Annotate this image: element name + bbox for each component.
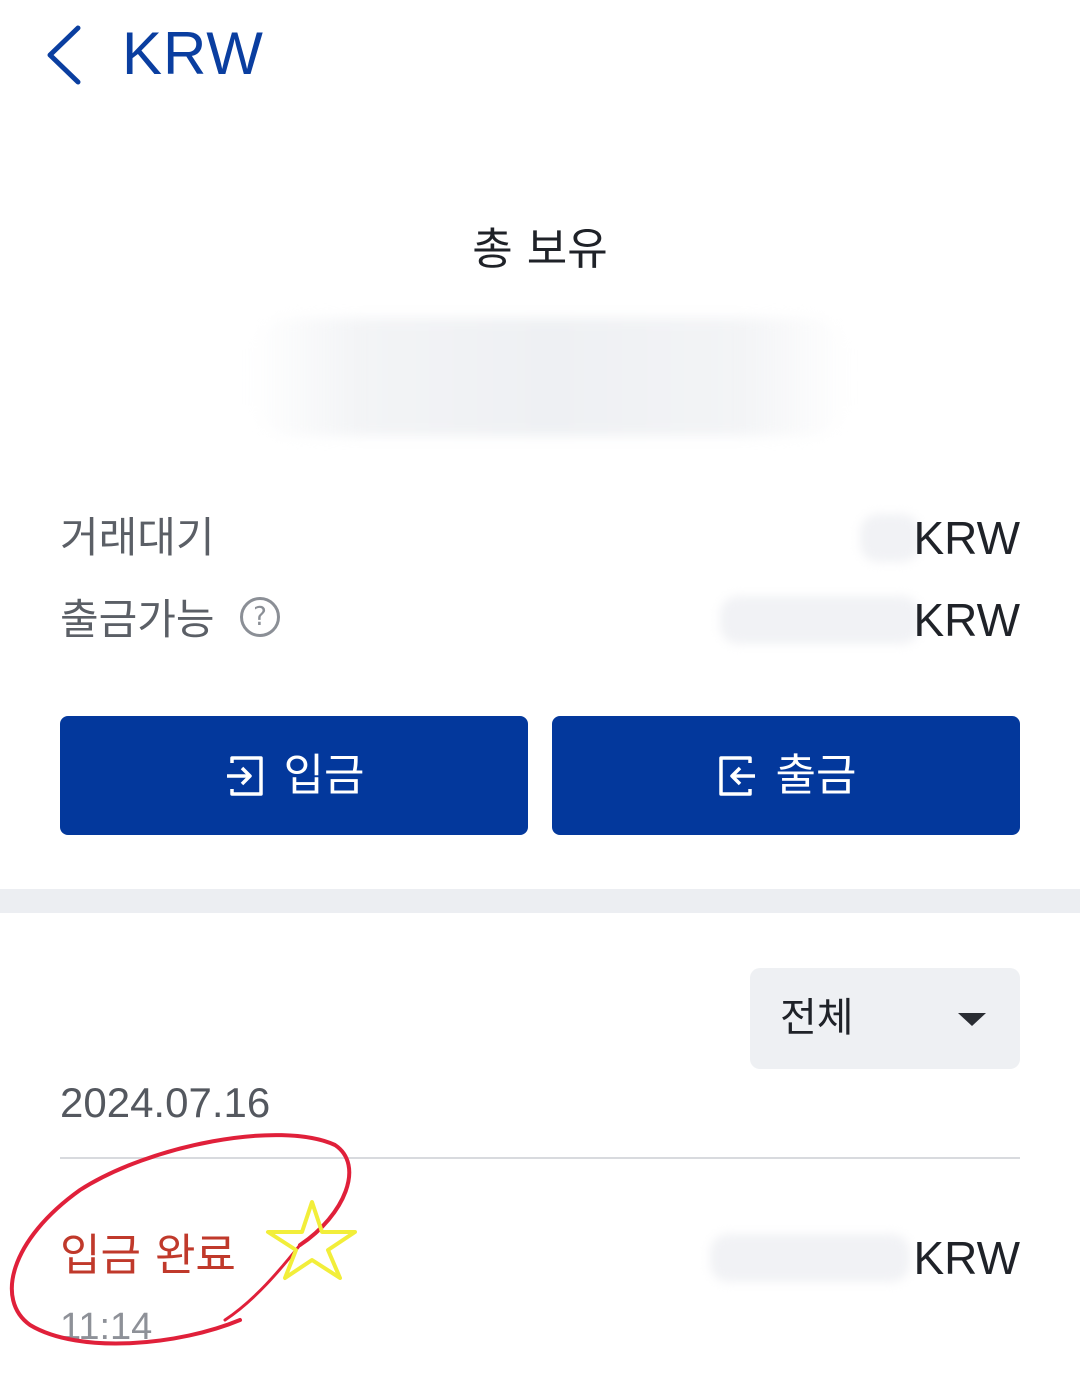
transaction-amount-unit: KRW bbox=[913, 1232, 1021, 1284]
pending-balance-unit: KRW bbox=[913, 512, 1021, 564]
history-date-divider bbox=[60, 1157, 1020, 1159]
transaction-amount-redacted bbox=[710, 1234, 910, 1282]
pending-balance-label: 거래대기 bbox=[60, 513, 215, 562]
logout-arrow-icon bbox=[718, 755, 755, 796]
withdrawable-balance-label: 출금가능 bbox=[60, 595, 215, 644]
total-holdings-label: 총 보유 bbox=[472, 224, 608, 275]
transaction-time: 11:14 bbox=[60, 1306, 153, 1348]
withdraw-button[interactable]: 출금 bbox=[552, 716, 1020, 835]
top-app-bar: KRW bbox=[0, 0, 1080, 110]
caret-down-icon bbox=[958, 1013, 986, 1026]
transaction-status: 입금 완료 bbox=[60, 1230, 236, 1281]
history-filter-selected: 전체 bbox=[780, 995, 854, 1041]
withdrawable-balance-row: 출금가능 ? KRW bbox=[60, 590, 1020, 650]
withdraw-button-label: 출금 bbox=[775, 749, 857, 801]
login-arrow-icon bbox=[226, 755, 263, 796]
pending-balance-amount-redacted bbox=[860, 514, 920, 562]
help-icon[interactable]: ? bbox=[240, 597, 280, 637]
back-button[interactable] bbox=[40, 22, 90, 88]
chevron-left-icon bbox=[47, 25, 81, 85]
pending-balance-row: 거래대기 KRW bbox=[60, 508, 1020, 568]
total-holdings-amount-redacted bbox=[250, 318, 850, 436]
section-divider bbox=[0, 889, 1080, 913]
transaction-row[interactable]: 입금 완료 11:14 KRW bbox=[60, 1220, 1020, 1350]
page-title: KRW bbox=[122, 20, 264, 87]
withdrawable-balance-unit: KRW bbox=[913, 594, 1021, 646]
withdrawable-balance-amount-redacted bbox=[720, 596, 920, 644]
history-date-header: 2024.07.16 bbox=[60, 1079, 271, 1126]
deposit-button-label: 입금 bbox=[283, 749, 365, 801]
history-filter-dropdown[interactable]: 전체 bbox=[750, 968, 1020, 1069]
deposit-button[interactable]: 입금 bbox=[60, 716, 528, 835]
